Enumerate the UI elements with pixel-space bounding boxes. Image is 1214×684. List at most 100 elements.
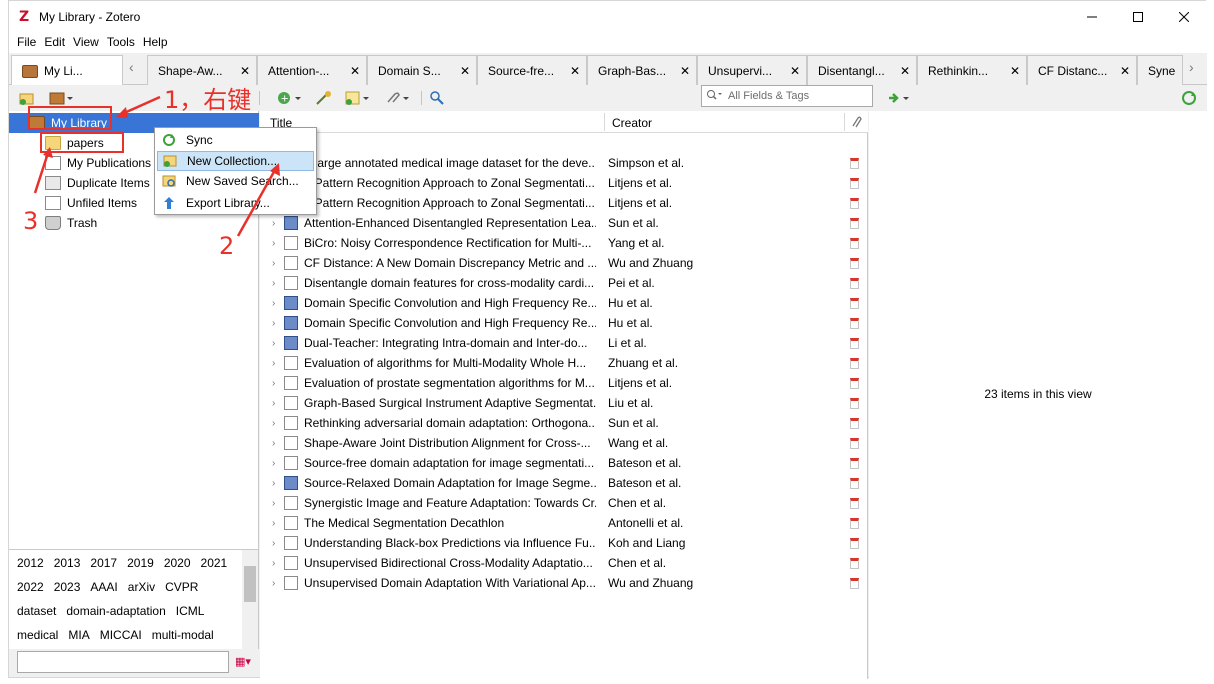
pdf-attachment-icon[interactable]: [850, 577, 859, 589]
tab-close-icon[interactable]: ✕: [680, 64, 690, 78]
tag-actions-icon[interactable]: ▦▾: [235, 655, 251, 668]
tab-close-icon[interactable]: ✕: [350, 64, 360, 78]
expand-twisty-icon[interactable]: ›: [272, 358, 275, 369]
tag-scrollbar[interactable]: [242, 550, 258, 650]
expand-twisty-icon[interactable]: ›: [272, 558, 275, 569]
tag[interactable]: arXiv: [128, 580, 155, 594]
table-row[interactable]: › CF Distance: A New Domain Discrepancy M…: [260, 253, 868, 273]
expand-twisty-icon[interactable]: ›: [272, 218, 275, 229]
tag[interactable]: MIA: [68, 628, 89, 642]
expand-twisty-icon[interactable]: ›: [272, 458, 275, 469]
pdf-attachment-icon[interactable]: [850, 217, 859, 229]
tab-item[interactable]: CF Distanc... ✕: [1027, 55, 1137, 85]
table-row[interactable]: ›A Pattern Recognition Approach to Zonal…: [260, 173, 868, 193]
expand-twisty-icon[interactable]: ›: [272, 338, 275, 349]
tab-close-icon[interactable]: ✕: [790, 64, 800, 78]
pdf-attachment-icon[interactable]: [850, 477, 859, 489]
table-row[interactable]: › Unsupervised Domain Adaptation With Var…: [260, 573, 868, 593]
table-row[interactable]: › Source-Relaxed Domain Adaptation for Im…: [260, 473, 868, 493]
pdf-attachment-icon[interactable]: [850, 337, 859, 349]
context-menu-export-library[interactable]: Export Library...: [157, 193, 314, 213]
pdf-attachment-icon[interactable]: [850, 397, 859, 409]
pdf-attachment-icon[interactable]: [850, 317, 859, 329]
tab-item[interactable]: Graph-Bas... ✕: [587, 55, 697, 85]
pdf-attachment-icon[interactable]: [850, 157, 859, 169]
pdf-attachment-icon[interactable]: [850, 517, 859, 529]
table-row[interactable]: › Disentangle domain features for cross-m…: [260, 273, 868, 293]
tab-close-icon[interactable]: ✕: [900, 64, 910, 78]
new-item-icon[interactable]: +: [277, 89, 303, 107]
tag[interactable]: domain-adaptation: [66, 604, 165, 618]
maximize-icon[interactable]: [1115, 1, 1161, 33]
tag-filter-input[interactable]: [17, 651, 229, 673]
pdf-attachment-icon[interactable]: [850, 197, 859, 209]
expand-twisty-icon[interactable]: ›: [272, 318, 275, 329]
expand-twisty-icon[interactable]: ›: [272, 498, 275, 509]
new-collection-toolbar-icon[interactable]: [19, 89, 35, 107]
table-row[interactable]: › Dual-Teacher: Integrating Intra-domain …: [260, 333, 868, 353]
tab-item[interactable]: Rethinkin... ✕: [917, 55, 1027, 85]
tag[interactable]: AAAI: [90, 580, 117, 594]
tag[interactable]: MICCAI: [100, 628, 142, 642]
tab-my-library[interactable]: My Li...: [11, 55, 123, 86]
pdf-attachment-icon[interactable]: [850, 297, 859, 309]
pdf-attachment-icon[interactable]: [850, 277, 859, 289]
column-creator[interactable]: Creator: [612, 116, 652, 130]
expand-twisty-icon[interactable]: ›: [272, 478, 275, 489]
tag[interactable]: 2022: [17, 580, 44, 594]
pdf-attachment-icon[interactable]: [850, 497, 859, 509]
table-row[interactable]: › Domain Specific Convolution and High Fr…: [260, 313, 868, 333]
table-row[interactable]: › Attention-Enhanced Disentangled Represe…: [260, 213, 868, 233]
tab-close-icon[interactable]: ✕: [1010, 64, 1020, 78]
tab-item[interactable]: Source-fre... ✕: [477, 55, 587, 85]
search-input[interactable]: All Fields & Tags: [701, 85, 873, 107]
column-divider[interactable]: [844, 113, 845, 131]
tag[interactable]: ICML: [176, 604, 205, 618]
expand-twisty-icon[interactable]: ›: [272, 518, 275, 529]
expand-twisty-icon[interactable]: ›: [272, 378, 275, 389]
advanced-search-icon[interactable]: [429, 89, 445, 107]
minimize-icon[interactable]: [1069, 1, 1115, 33]
table-row[interactable]: › Unsupervised Bidirectional Cross-Modali…: [260, 553, 868, 573]
table-row[interactable]: › Evaluation of algorithms for Multi-Moda…: [260, 353, 868, 373]
menu-file[interactable]: File: [13, 33, 40, 53]
tab-item[interactable]: Syne: [1137, 55, 1183, 85]
pdf-attachment-icon[interactable]: [850, 537, 859, 549]
context-menu-new-collection[interactable]: New Collection...: [157, 151, 314, 171]
expand-twisty-icon[interactable]: ›: [272, 398, 275, 409]
pdf-attachment-icon[interactable]: [850, 417, 859, 429]
add-by-identifier-icon[interactable]: [315, 89, 333, 107]
expand-twisty-icon[interactable]: ›: [272, 298, 275, 309]
tab-item[interactable]: Unsupervi... ✕: [697, 55, 807, 85]
context-menu-new-saved-search[interactable]: New Saved Search...: [157, 171, 314, 191]
table-row[interactable]: › Source-free domain adaptation for image…: [260, 453, 868, 473]
tab-close-icon[interactable]: ✕: [240, 64, 250, 78]
attachment-icon[interactable]: [385, 89, 411, 107]
new-library-menu-icon[interactable]: [49, 89, 73, 107]
tab-item[interactable]: Domain S... ✕: [367, 55, 477, 85]
pdf-attachment-icon[interactable]: [850, 237, 859, 249]
tag[interactable]: 2020: [164, 556, 191, 570]
tag[interactable]: 2023: [54, 580, 81, 594]
pdf-attachment-icon[interactable]: [850, 357, 859, 369]
tag[interactable]: medical: [17, 628, 58, 642]
tag[interactable]: 2013: [54, 556, 81, 570]
menu-view[interactable]: View: [69, 33, 103, 53]
tab-close-icon[interactable]: ✕: [570, 64, 580, 78]
table-row[interactable]: › Synergistic Image and Feature Adaptatio…: [260, 493, 868, 513]
table-row[interactable]: › BiCro: Noisy Correspondence Rectificati…: [260, 233, 868, 253]
pdf-attachment-icon[interactable]: [850, 377, 859, 389]
tag[interactable]: multi-modal: [152, 628, 214, 642]
tab-close-icon[interactable]: ✕: [1120, 64, 1130, 78]
expand-twisty-icon[interactable]: ›: [272, 418, 275, 429]
sync-icon[interactable]: [1181, 89, 1197, 107]
expand-twisty-icon[interactable]: ›: [272, 258, 275, 269]
expand-twisty-icon[interactable]: ›: [272, 578, 275, 589]
table-row[interactable]: › Shape-Aware Joint Distribution Alignmen…: [260, 433, 868, 453]
context-menu-sync[interactable]: Sync: [157, 130, 314, 150]
table-row[interactable]: › Graph-Based Surgical Instrument Adaptiv…: [260, 393, 868, 413]
expand-twisty-icon[interactable]: ›: [272, 278, 275, 289]
menu-help[interactable]: Help: [139, 33, 172, 53]
tag[interactable]: dataset: [17, 604, 56, 618]
tab-item[interactable]: Disentangl... ✕: [807, 55, 917, 85]
